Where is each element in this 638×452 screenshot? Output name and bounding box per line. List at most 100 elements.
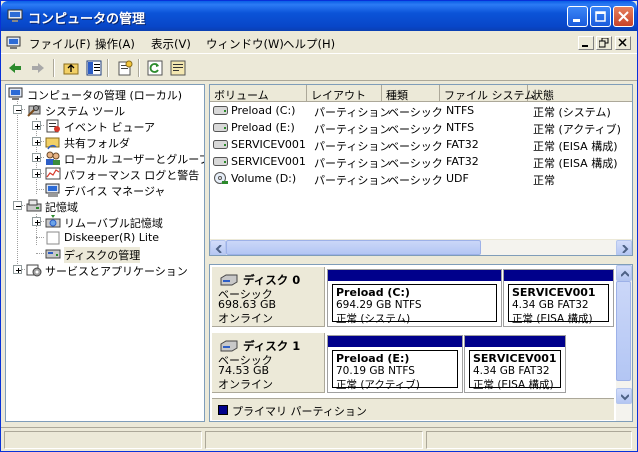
minimize-button[interactable] bbox=[567, 6, 588, 27]
refresh-button[interactable] bbox=[145, 58, 165, 78]
hard-disk-icon bbox=[220, 340, 238, 352]
scroll-right-button[interactable] bbox=[616, 240, 632, 255]
close-icon bbox=[618, 11, 629, 22]
cell-type: ベーシック bbox=[388, 123, 443, 136]
partition-block[interactable]: Preload (E:) 70.19 GB NTFS 正常 (アクティブ) bbox=[327, 335, 463, 393]
show-hide-tree-button[interactable] bbox=[84, 58, 104, 78]
forward-button[interactable] bbox=[28, 58, 48, 78]
menu-file[interactable]: ファイル(F) bbox=[29, 36, 91, 52]
help-topic-icon bbox=[170, 60, 186, 76]
column-header-status[interactable]: 状態 bbox=[528, 85, 632, 102]
cell-type: ベーシック bbox=[388, 106, 443, 119]
close-button[interactable] bbox=[613, 6, 634, 27]
partition-block[interactable]: SERVICEV001 4.34 GB FAT32 正常 (EISA 構成) bbox=[464, 335, 566, 393]
expand-toggle[interactable] bbox=[32, 121, 41, 130]
menu-bar: ファイル(F) 操作(A) 表示(V) ウィンドウ(W) ヘルプ(H) bbox=[1, 32, 637, 54]
tree-item-label: Diskeeper(R) Lite bbox=[64, 231, 160, 244]
properties-icon bbox=[118, 60, 133, 76]
partition-legend: プライマリ パーティション bbox=[212, 398, 614, 420]
volume-row[interactable]: Volume (D:) パーティション ベーシック UDF 正常 bbox=[210, 170, 632, 187]
scroll-thumb[interactable] bbox=[226, 240, 481, 255]
computer-management-window: コンピュータの管理 ファイル(F) 操作(A) 表示(V) ウィンドウ(W) ヘ… bbox=[0, 0, 638, 452]
plus-icon bbox=[35, 124, 40, 129]
minimize-icon bbox=[573, 19, 580, 22]
partition-name: SERVICEV001 bbox=[473, 352, 557, 365]
volume-list: ボリューム レイアウト 種類 ファイル システム 状態 Preload (C:)… bbox=[209, 84, 633, 256]
status-panel bbox=[4, 431, 202, 449]
scroll-thumb[interactable] bbox=[616, 281, 631, 381]
cell-volume: SERVICEV001 bbox=[231, 155, 306, 168]
disk-0-label[interactable]: ディスク 0 ベーシック 698.63 GB オンライン bbox=[212, 267, 325, 327]
primary-partition-bar bbox=[328, 270, 501, 281]
partition-block[interactable]: Preload (C:) 694.29 GB NTFS 正常 (システム) bbox=[327, 269, 502, 327]
cell-filesystem: NTFS bbox=[446, 104, 475, 117]
tree-item-label: サービスとアプリケーション bbox=[45, 265, 188, 278]
console-tree: コンピュータの管理 (ローカル) システム ツール イベント ビューア 共有フォ… bbox=[5, 84, 205, 422]
up-folder-button[interactable] bbox=[61, 58, 81, 78]
column-header-filesystem[interactable]: ファイル システム bbox=[440, 85, 535, 102]
tree-item-label: システム ツール bbox=[45, 105, 126, 118]
performance-logs-icon bbox=[45, 167, 61, 180]
partition-status: 正常 (EISA 構成) bbox=[512, 313, 593, 325]
collapse-toggle[interactable] bbox=[13, 201, 22, 210]
cell-layout: パーティション bbox=[314, 106, 391, 119]
expand-toggle[interactable] bbox=[32, 153, 41, 162]
scroll-up-button[interactable] bbox=[616, 265, 632, 281]
minus-icon bbox=[16, 206, 21, 207]
collapse-toggle[interactable] bbox=[13, 105, 22, 114]
title-bar[interactable]: コンピュータの管理 bbox=[1, 1, 637, 31]
partition-size: 4.34 GB FAT32 bbox=[512, 299, 589, 311]
scroll-left-button[interactable] bbox=[210, 240, 226, 255]
cell-filesystem: FAT32 bbox=[446, 155, 479, 168]
cell-volume: SERVICEV001 bbox=[231, 138, 306, 151]
minus-icon bbox=[16, 110, 21, 111]
disk-state: オンライン bbox=[218, 378, 273, 391]
menu-view[interactable]: 表示(V) bbox=[151, 36, 191, 52]
column-header-volume[interactable]: ボリューム bbox=[210, 85, 307, 102]
volume-row[interactable]: Preload (E:) パーティション ベーシック NTFS 正常 (アクティ… bbox=[210, 119, 632, 136]
back-button[interactable] bbox=[5, 58, 25, 78]
plus-icon bbox=[16, 268, 21, 273]
volume-row[interactable]: SERVICEV001 パーティション ベーシック FAT32 正常 (EISA… bbox=[210, 136, 632, 153]
disk-1-label[interactable]: ディスク 1 ベーシック 74.53 GB オンライン bbox=[212, 333, 325, 393]
disk-management-icon bbox=[45, 249, 61, 259]
expand-toggle[interactable] bbox=[13, 265, 22, 274]
menu-window[interactable]: ウィンドウ(W) bbox=[206, 36, 284, 52]
expand-toggle[interactable] bbox=[32, 137, 41, 146]
cell-status: 正常 bbox=[533, 174, 555, 187]
diskeeper-icon bbox=[46, 231, 60, 245]
disk-view-vscrollbar[interactable] bbox=[616, 265, 632, 421]
partition-status: 正常 (アクティブ) bbox=[336, 379, 420, 391]
menu-help[interactable]: ヘルプ(H) bbox=[283, 36, 335, 52]
tree-item-label: ローカル ユーザーとグループ bbox=[64, 153, 205, 166]
partition-status: 正常 (EISA 構成) bbox=[473, 379, 554, 391]
expand-toggle[interactable] bbox=[32, 217, 41, 226]
storage-icon bbox=[26, 199, 42, 212]
mdi-restore-button[interactable] bbox=[596, 36, 612, 50]
restore-icon bbox=[599, 38, 609, 48]
mdi-close-button[interactable] bbox=[615, 36, 631, 50]
mdi-minimize-button[interactable] bbox=[578, 36, 594, 50]
volume-row[interactable]: Preload (C:) パーティション ベーシック NTFS 正常 (システム… bbox=[210, 102, 632, 119]
legend-primary-label: プライマリ パーティション bbox=[232, 405, 367, 418]
scroll-down-button[interactable] bbox=[616, 388, 632, 404]
cell-volume: Preload (C:) bbox=[231, 104, 296, 117]
cell-type: ベーシック bbox=[388, 174, 443, 187]
volume-row[interactable]: SERVICEV001 パーティション ベーシック FAT32 正常 (EISA… bbox=[210, 153, 632, 170]
tree-guide bbox=[17, 101, 18, 270]
toolbar bbox=[1, 55, 637, 81]
partition-frame: Preload (E:) 70.19 GB NTFS 正常 (アクティブ) bbox=[332, 350, 458, 391]
services-applications-icon bbox=[26, 264, 42, 277]
help-button[interactable] bbox=[168, 58, 188, 78]
volume-list-hscrollbar[interactable] bbox=[210, 239, 632, 255]
partition-block[interactable]: SERVICEV001 4.34 GB FAT32 正常 (EISA 構成) bbox=[503, 269, 614, 327]
refresh-icon bbox=[147, 60, 163, 76]
maximize-button[interactable] bbox=[590, 6, 611, 27]
column-header-layout[interactable]: レイアウト bbox=[307, 85, 382, 102]
system-menu-icon[interactable] bbox=[6, 35, 22, 51]
expand-toggle[interactable] bbox=[32, 169, 41, 178]
column-header-type[interactable]: 種類 bbox=[382, 85, 440, 102]
properties-button[interactable] bbox=[115, 58, 135, 78]
cell-type: ベーシック bbox=[388, 157, 443, 170]
menu-action[interactable]: 操作(A) bbox=[95, 36, 135, 52]
